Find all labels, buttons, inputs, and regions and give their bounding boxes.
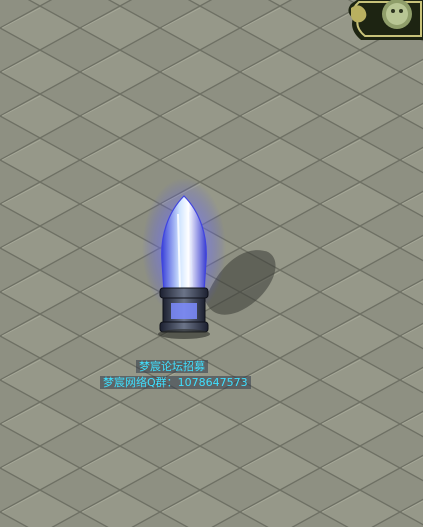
npc-name-label[interactable]: 梦宸论坛招募: [136, 360, 208, 373]
npc-subtitle-label[interactable]: 梦宸网络Q群：1078647573: [100, 376, 251, 389]
ornate-portrait-frame-icon[interactable]: [343, 0, 423, 40]
game-scene: [0, 0, 423, 527]
